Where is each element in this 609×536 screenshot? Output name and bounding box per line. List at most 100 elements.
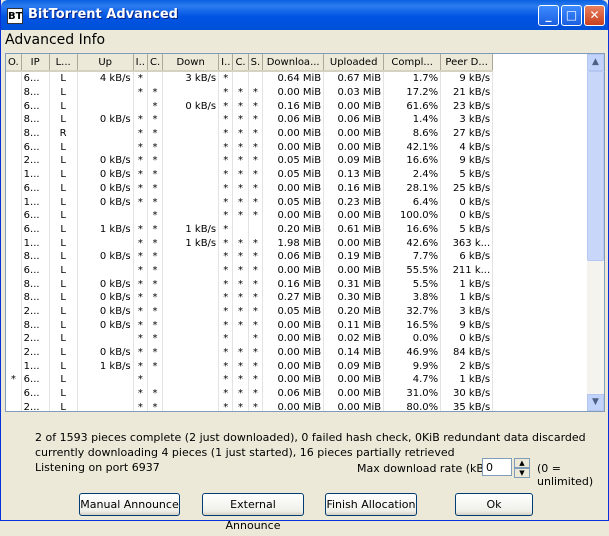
table-cell: 0.00 MiB — [323, 236, 385, 250]
table-cell: L — [49, 113, 78, 127]
rate-up-icon[interactable]: ▲ — [514, 458, 530, 468]
table-cell: 5 kB/s — [440, 222, 494, 237]
scroll-down-icon[interactable]: ▼ — [587, 394, 604, 411]
table-cell — [6, 332, 22, 346]
table-row[interactable]: 2... L * * * * * 0.00 MiB 0.00 MiB 80.0% 35 kB/s — [6, 400, 494, 411]
table-row[interactable]: 8... L 0 kB/s * * * * * 0.06 MiB 0.06 MiB 1.4% 3 kB… — [6, 113, 494, 127]
table-cell: L — [49, 195, 78, 209]
column-header[interactable]: L... — [49, 54, 78, 72]
table-row[interactable]: 8... L 0 kB/s * * * * * 0.27 MiB 0.30 MiB 3.8% 1 kB… — [6, 291, 494, 305]
table-row[interactable]: 6... L 0 kB/s * * * * * 0.00 MiB 0.16 MiB 28.1% 25 … — [6, 181, 494, 196]
table-cell — [6, 71, 22, 86]
scroll-thumb[interactable] — [587, 71, 604, 261]
table-row[interactable]: 6... L * * * * * 0.00 MiB 0.00 MiB 55.5% 211 k... — [6, 263, 494, 278]
table-cell: 7.7% — [383, 249, 442, 264]
column-header[interactable]: Downloa... — [262, 54, 325, 72]
table-cell: * — [232, 345, 249, 360]
table-cell: 1... — [21, 195, 50, 209]
table-cell: * — [232, 85, 249, 100]
column-header[interactable]: Up — [77, 54, 134, 72]
finish-allocation-button[interactable]: Finish Allocation — [325, 493, 417, 516]
column-header[interactable]: I.. — [133, 54, 148, 72]
column-header[interactable]: S. — [248, 54, 264, 72]
table-row[interactable]: 2... L 0 kB/s * * * * * 0.05 MiB 0.20 MiB 32.7% 3 k… — [6, 304, 494, 319]
table-cell: * — [232, 277, 249, 291]
table-cell — [77, 99, 134, 114]
column-header[interactable]: Uploaded — [323, 54, 385, 72]
minimize-button[interactable]: _ — [538, 5, 559, 26]
table-cell: * — [218, 181, 234, 196]
table-row[interactable]: 6... L 4 kB/s * 3 kB/s * 0.64 MiB 0.67 MiB 1.7% 9… — [6, 71, 494, 86]
table-cell: * — [133, 386, 148, 401]
table-row[interactable]: 1... L 0 kB/s * * * * * 0.05 MiB 0.13 MiB 2.4% 5 kB… — [6, 167, 494, 182]
column-header[interactable]: Compl... — [383, 54, 442, 72]
scroll-up-icon[interactable]: ▲ — [587, 54, 604, 71]
table-cell: * — [248, 277, 264, 291]
column-header[interactable]: I.. — [218, 54, 234, 72]
table-cell — [162, 263, 220, 278]
table-cell: * — [218, 263, 234, 278]
table-row[interactable]: 8... R * * * * * 0.00 MiB 0.00 MiB 8.6% 27 kB/s — [6, 126, 494, 141]
table-cell: * — [232, 167, 249, 182]
table-cell: 0.09 MiB — [323, 154, 385, 168]
table-cell: R — [49, 126, 78, 141]
table-row[interactable]: 8... L 0 kB/s * * * * * 0.06 MiB 0.19 MiB 7.7% 6 kB… — [6, 249, 494, 264]
title-bar[interactable]: BT BitTorrent Advanced _ □ ✕ — [1, 0, 608, 30]
column-header[interactable]: Down — [162, 54, 220, 72]
table-row[interactable]: 6... L 1 kB/s * * 1 kB/s * 0.20 MiB 0.61 MiB 16.6… — [6, 222, 494, 237]
table-row[interactable]: 1... L 1 kB/s * * * * * 0.00 MiB 0.09 MiB 9.9% 2 kB… — [6, 359, 494, 374]
table-cell: * — [248, 113, 264, 127]
peer-list[interactable]: O. IP L... Up I.. C. Down I.. C. S. Downloa... Uplo… — [5, 53, 605, 412]
table-cell: * — [218, 400, 234, 411]
table-row[interactable]: 8... L * * * * * 0.00 MiB 0.03 MiB 17.2% 21 kB/s — [6, 85, 494, 100]
column-header[interactable]: Peer D... — [440, 54, 494, 72]
rate-down-icon[interactable]: ▼ — [514, 468, 530, 478]
table-cell: 0.16 MiB — [262, 277, 325, 291]
table-cell: 0.00 MiB — [262, 263, 325, 278]
table-row[interactable]: 6... L * * * * 0.00 MiB 0.00 MiB 100.0% 0 kB/s — [6, 208, 494, 223]
table-row[interactable]: * 6... L * * * * 0.00 MiB 0.00 MiB 4.7% 1 kB/s — [6, 373, 494, 387]
table-cell: 211 k... — [440, 263, 494, 278]
table-row[interactable]: 1... L 0 kB/s * * * * * 0.05 MiB 0.23 MiB 6.4% 0 kB… — [6, 195, 494, 209]
column-header[interactable]: IP — [21, 54, 50, 72]
close-button[interactable]: ✕ — [584, 5, 605, 26]
vertical-scrollbar[interactable]: ▲ ▼ — [587, 54, 604, 411]
table-cell: 6... — [21, 71, 50, 86]
table-cell: * — [232, 291, 249, 305]
table-cell: * — [147, 181, 164, 196]
table-row[interactable]: 2... L 0 kB/s * * * * * 0.00 MiB 0.14 MiB 46.9% 84 … — [6, 345, 494, 360]
table-cell: L — [49, 345, 78, 360]
table-row[interactable]: 8... L 0 kB/s * * * * * 0.16 MiB 0.31 MiB 5.5% 1 kB… — [6, 277, 494, 291]
table-cell: * — [133, 154, 148, 168]
table-cell — [248, 222, 264, 237]
table-row[interactable]: 8... L 0 kB/s * * * * * 0.00 MiB 0.11 MiB 16.5% 9 k… — [6, 318, 494, 333]
table-row[interactable]: 6... L * * * * * 0.06 MiB 0.00 MiB 31.0% 30 kB/s — [6, 386, 494, 401]
table-cell — [133, 99, 148, 114]
table-cell: * — [218, 373, 234, 387]
column-header[interactable]: O. — [6, 54, 22, 72]
table-row[interactable]: 2... L * * * * 0.00 MiB 0.02 MiB 0.0% 0 kB/s — [6, 332, 494, 346]
maximize-button[interactable]: □ — [561, 5, 582, 26]
table-cell: 8... — [21, 113, 50, 127]
table-row[interactable]: 6... L * * * * * 0.00 MiB 0.00 MiB 42.1% 4 kB/s — [6, 140, 494, 155]
manual-announce-button[interactable]: Manual Announce — [79, 493, 180, 516]
table-row[interactable]: 1... L * * 1 kB/s * * * 1.98 MiB 0.00 MiB 42.6% 363… — [6, 236, 494, 250]
table-cell: 0.05 MiB — [262, 195, 325, 209]
table-row[interactable]: 6... L * 0 kB/s * * * 0.16 MiB 0.00 MiB 61.6% 23 k… — [6, 99, 494, 114]
table-cell: * — [232, 236, 249, 250]
table-cell: 30 kB/s — [440, 386, 494, 401]
table-cell: * — [133, 85, 148, 100]
table-cell: 8... — [21, 291, 50, 305]
max-download-rate-input[interactable] — [482, 458, 512, 476]
table-cell: L — [49, 318, 78, 333]
table-row[interactable]: 2... L 0 kB/s * * * * * 0.05 MiB 0.09 MiB 16.6% 9 k… — [6, 154, 494, 168]
ok-button[interactable]: Ok — [455, 493, 533, 516]
column-header[interactable]: C. — [147, 54, 164, 72]
table-cell: 0.00 MiB — [323, 263, 385, 278]
table-cell — [162, 195, 220, 209]
table-cell: * — [218, 291, 234, 305]
column-header[interactable]: C. — [232, 54, 249, 72]
table-cell: 6... — [21, 140, 50, 155]
table-cell: 0 kB/s — [77, 113, 134, 127]
external-announce-button[interactable]: External Announce — [202, 493, 304, 532]
